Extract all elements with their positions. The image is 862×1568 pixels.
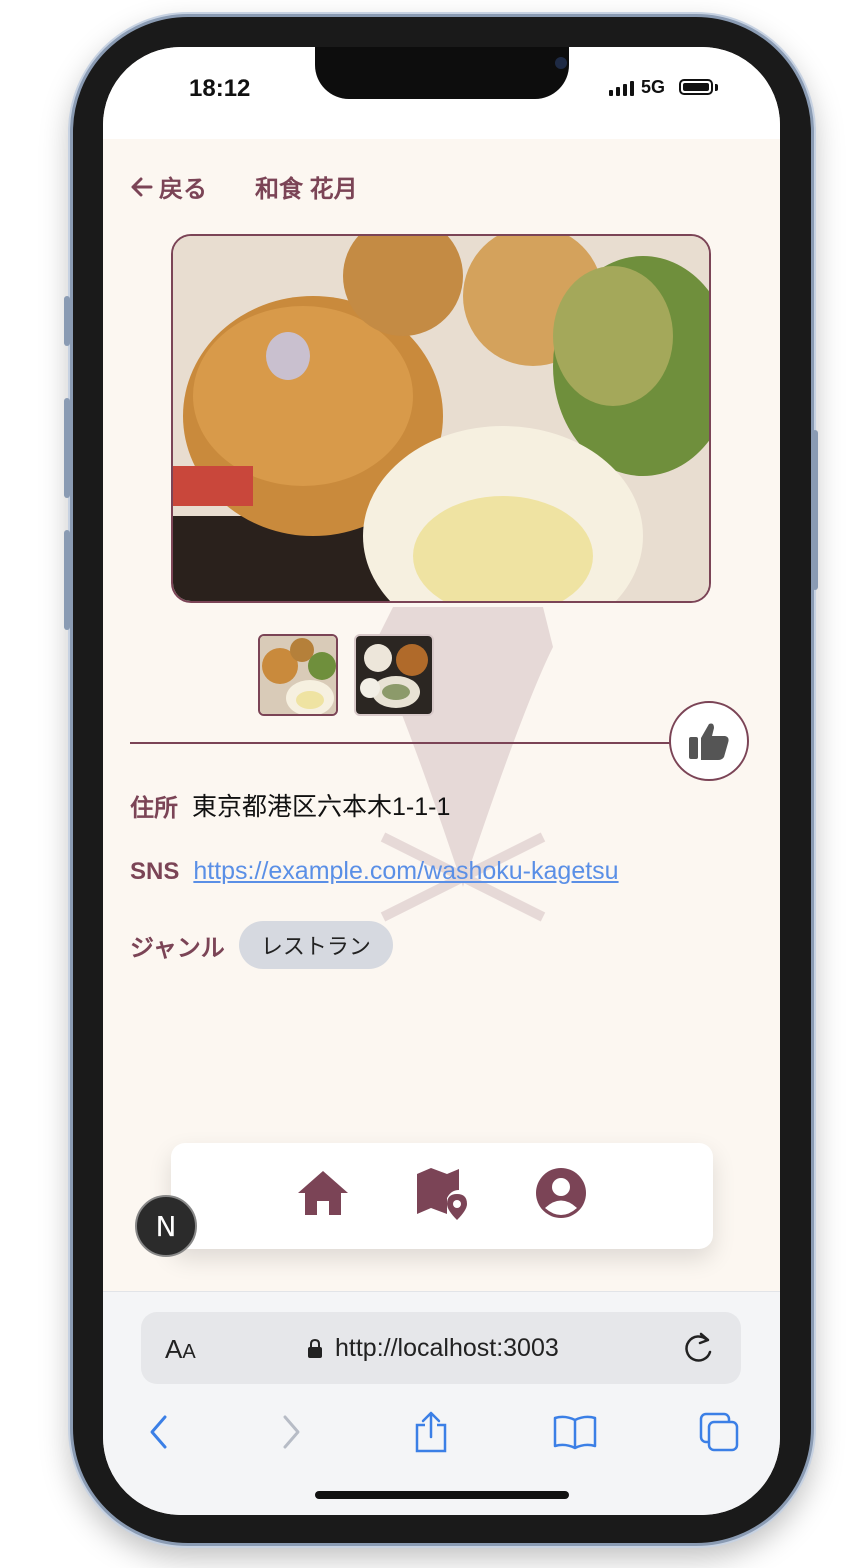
camera [555,57,567,69]
home-icon [298,1171,348,1215]
chevron-left-icon [150,1415,167,1449]
nav-home-button[interactable] [295,1165,351,1221]
like-button[interactable] [669,701,749,781]
browser-forward-button[interactable] [261,1402,321,1462]
address-row: 住所 東京都港区六本木1-1-1 [130,787,450,823]
status-bar: 18:12 5G [103,47,780,139]
thumbs-up-icon [689,723,729,760]
address-value: 東京都港区六本木1-1-1 [192,793,451,821]
nav-map-button[interactable] [414,1165,470,1221]
thumbnail-1[interactable] [258,634,338,716]
sns-label: SNS [130,857,180,885]
volume-down-button [64,530,70,630]
section-divider [130,742,670,744]
url-text: http://localhost:3003 [335,1334,559,1362]
text-size-small: A [182,1341,196,1363]
battery-cap [715,84,718,91]
bottom-nav [171,1143,713,1249]
browser-back-button[interactable] [129,1402,189,1462]
reload-icon [685,1332,712,1362]
share-icon [415,1411,447,1453]
mute-switch [64,296,70,346]
notch [315,47,569,99]
share-button[interactable] [401,1402,461,1462]
page-title: 和食 花月 [255,176,358,203]
text-size-button[interactable]: AA [165,1334,196,1365]
tabs-button[interactable] [689,1402,749,1462]
thumbnail-image [356,636,432,714]
nav-profile-button[interactable] [533,1165,589,1221]
home-indicator [315,1491,569,1499]
status-time: 18:12 [189,75,251,102]
battery-icon [679,79,713,95]
signal-icon [609,81,634,96]
genre-chip[interactable]: レストラン [238,921,393,969]
book-icon [553,1415,597,1450]
network-label: 5G [641,77,666,97]
genre-row: ジャンル レストラン [130,921,393,969]
genre-label: ジャンル [130,934,225,962]
reload-button[interactable] [681,1330,715,1371]
text-size-large: A [165,1334,183,1364]
bookmarks-button[interactable] [545,1402,605,1462]
address-label: 住所 [130,794,178,822]
thumbnail-2[interactable] [354,634,434,716]
lock-icon [308,1338,322,1358]
power-button [812,430,818,590]
back-label: 戻る [159,176,207,203]
sns-row: SNS https://example.com/washoku-kagetsu [130,857,619,886]
sns-link[interactable]: https://example.com/washoku-kagetsu [193,857,618,886]
back-button[interactable]: 戻る [131,169,207,204]
browser-toolbar: AA http://localhost:3003 [103,1291,780,1515]
url-display: http://localhost:3003 [307,1334,559,1363]
user-circle-icon [536,1168,586,1218]
tabs-icon [699,1412,739,1452]
main-photo[interactable] [171,234,711,603]
thumbnail-image [260,636,336,714]
volume-up-button [64,398,70,498]
chevron-right-icon [283,1415,300,1449]
dev-badge[interactable]: N [135,1195,197,1257]
page-header: 戻る 和食 花月 [131,169,358,204]
map-pin-icon [417,1168,467,1220]
arrow-left-icon [131,177,153,196]
food-photo [173,236,709,601]
address-bar[interactable]: AA http://localhost:3003 [141,1312,741,1384]
screen: 18:12 5G 戻る 和食 花月 住所 東京都港区六本木1-1-1 SNS h… [103,47,780,1515]
